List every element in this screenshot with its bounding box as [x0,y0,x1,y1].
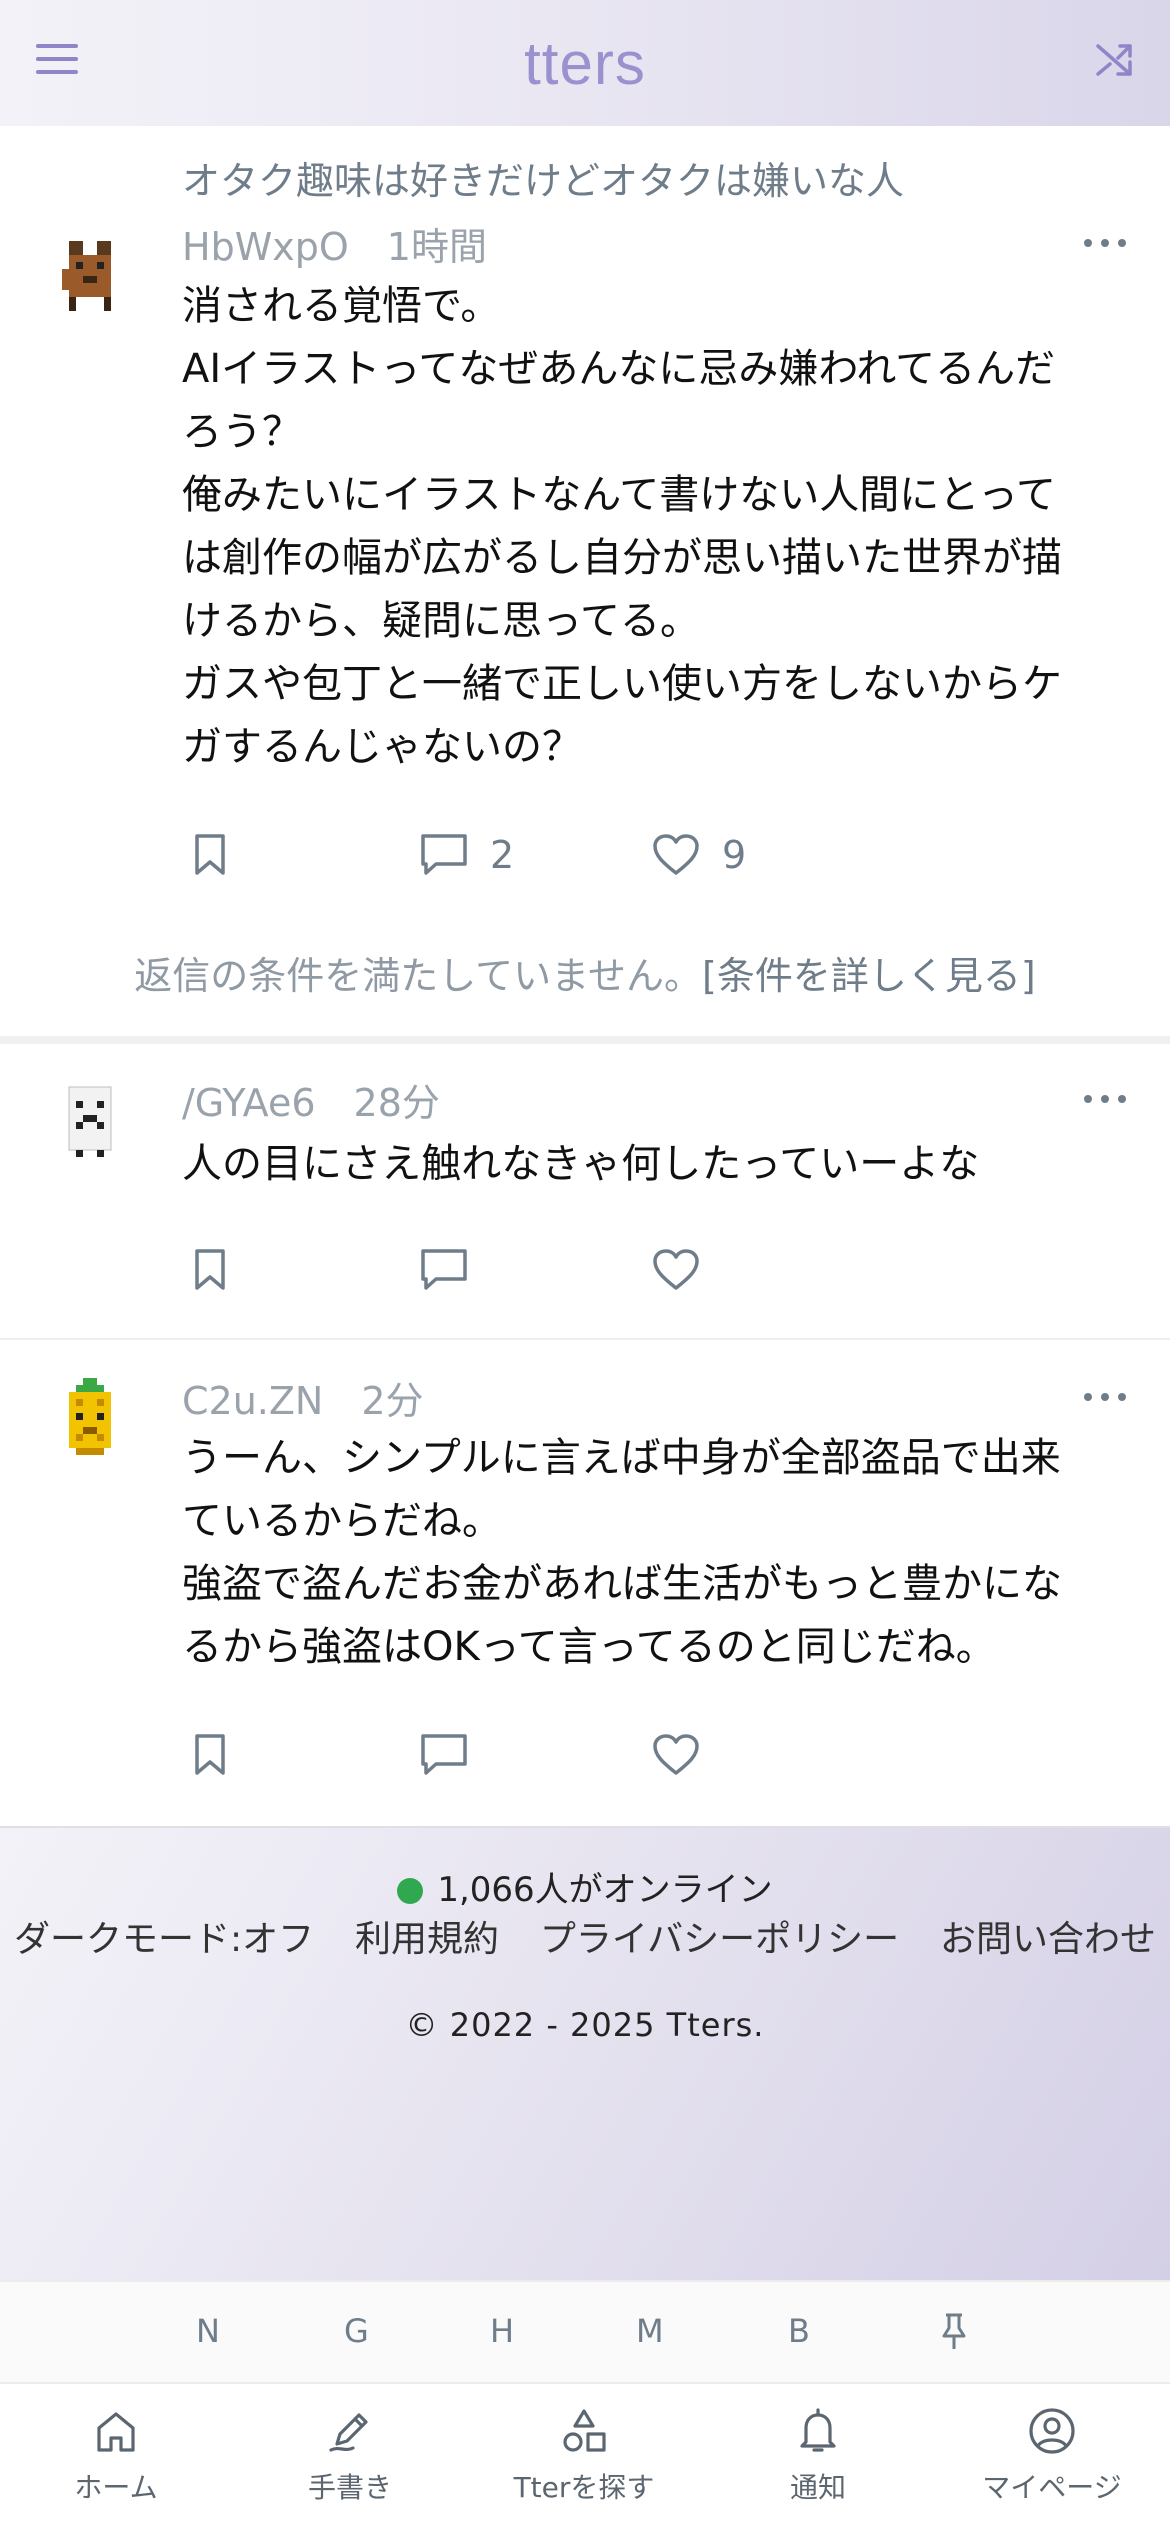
post-time: 2分 [361,1379,424,1423]
tab-home[interactable]: ホーム [16,2406,216,2506]
copyright: © 2022 - 2025 Tters. [405,2006,765,2044]
tab-label: ホーム [74,2471,158,2504]
user-id[interactable]: HbWxpO [182,225,349,269]
online-status: 1,066人がオンライン [0,1862,1170,1911]
shortcut-m[interactable]: M [636,2312,664,2350]
more-options-icon[interactable] [1084,1095,1126,1105]
user-id[interactable]: C2u.ZN [182,1379,323,1423]
reply-button[interactable] [420,1733,468,1777]
post-body: うーん、シンプルに言えば中身が全部盗品で出来ているからだね。 強盗で盗んだお金が… [182,1435,1062,1670]
post-meta: /GYAe6 28分 [182,1072,440,1127]
shortcut-bar: N G H M B [0,2280,1170,2384]
tab-label: マイページ [982,2471,1122,2504]
tab-mypage[interactable]: マイページ [952,2406,1152,2506]
dark-mode-toggle[interactable]: ダークモード:オフ [14,1910,314,1962]
heart-icon [653,1734,699,1775]
post-actions [192,1248,792,1298]
post-actions [192,1733,792,1783]
pin-icon[interactable] [940,2312,968,2352]
home-icon [97,2412,135,2452]
reply-condition-notice: 返信の条件を満たしていません。[条件を詳しく見る] [0,945,1170,1000]
online-count: 1,066人がオンライン [437,1870,773,1910]
bookmark-button[interactable] [192,833,228,877]
tab-handwriting[interactable]: 手書き [250,2406,450,2506]
pineapple-avatar[interactable] [62,1378,118,1462]
brown-dog-avatar[interactable] [62,234,118,318]
reply-button[interactable]: 2 [420,833,514,877]
like-button[interactable] [652,1248,700,1292]
footer-links: ダークモード:オフ 利用規約 プライバシーポリシー お問い合わせ [0,1910,1170,1962]
bookmark-button[interactable] [192,1248,228,1292]
shortcut-g[interactable]: G [344,2312,369,2350]
reply-condition-text: 返信の条件を満たしていません。 [134,954,703,998]
post-meta: HbWxpO 1時間 [182,216,487,271]
bookmark-icon [195,1249,225,1290]
comment-icon [421,834,467,875]
white-ghost-avatar[interactable] [62,1080,118,1164]
like-button[interactable]: 9 [652,833,746,877]
online-dot-icon [397,1878,424,1904]
tab-notifications[interactable]: 通知 [718,2406,918,2506]
bookmark-icon [195,1734,225,1775]
terms-link[interactable]: 利用規約 [355,1910,499,1962]
shapes-icon [563,2409,606,2452]
contact-link[interactable]: お問い合わせ [940,1910,1156,1962]
heart-icon [653,834,699,875]
user-id[interactable]: /GYAe6 [182,1081,316,1125]
comment-icon [421,1249,467,1290]
app-header: tters [0,0,1170,126]
bell-icon [800,2408,836,2452]
menu-icon[interactable] [36,44,78,78]
tab-label: 通知 [789,2471,846,2504]
tab-label: 手書き [307,2471,392,2504]
shortcut-n[interactable]: N [196,2312,220,2350]
reply-button[interactable] [420,1248,468,1292]
post-divider [0,1338,1170,1340]
post-actions: 2 9 [192,833,792,883]
site-footer: 1,066人がオンライン ダークモード:オフ 利用規約 プライバシーポリシー お… [0,1826,1170,2280]
reply-condition-link[interactable]: [条件を詳しく見る] [702,954,1036,998]
like-button[interactable] [652,1733,700,1777]
topic-title[interactable]: オタク趣味は好きだけどオタクは嫌いな人 [182,150,904,205]
bookmark-icon [195,834,225,875]
more-options-icon[interactable] [1084,1393,1126,1403]
heart-icon [653,1249,699,1290]
like-count: 9 [722,833,747,877]
reply-count: 2 [490,833,515,877]
section-divider [0,1036,1170,1044]
tab-label: Tterを探す [513,2471,655,2504]
app-logo[interactable]: tters [524,29,646,98]
tab-explore[interactable]: Tterを探す [484,2406,684,2506]
more-options-icon[interactable] [1084,239,1126,249]
shortcut-b[interactable]: B [788,2312,810,2350]
bookmark-button[interactable] [192,1733,228,1777]
user-circle-icon [1029,2408,1075,2454]
shuffle-icon[interactable] [1094,40,1134,80]
post-time: 28分 [353,1081,440,1125]
shortcut-h[interactable]: H [490,2312,514,2350]
comment-icon [421,1734,467,1775]
post-body: 消される覚悟で。 AIイラストってなぜあんなに忌み嫌われてるんだろう？ 俺みたい… [182,283,1062,770]
post-body: 人の目にさえ触れなきゃ何したっていーよな [182,1141,980,1187]
privacy-link[interactable]: プライバシーポリシー [540,1910,899,1962]
post-meta: C2u.ZN 2分 [182,1370,424,1425]
pen-icon [329,2413,368,2452]
post-time: 1時間 [386,225,487,269]
bottom-tab-bar: ホーム 手書き Tterを探す 通知 マイページ [0,2384,1170,2532]
